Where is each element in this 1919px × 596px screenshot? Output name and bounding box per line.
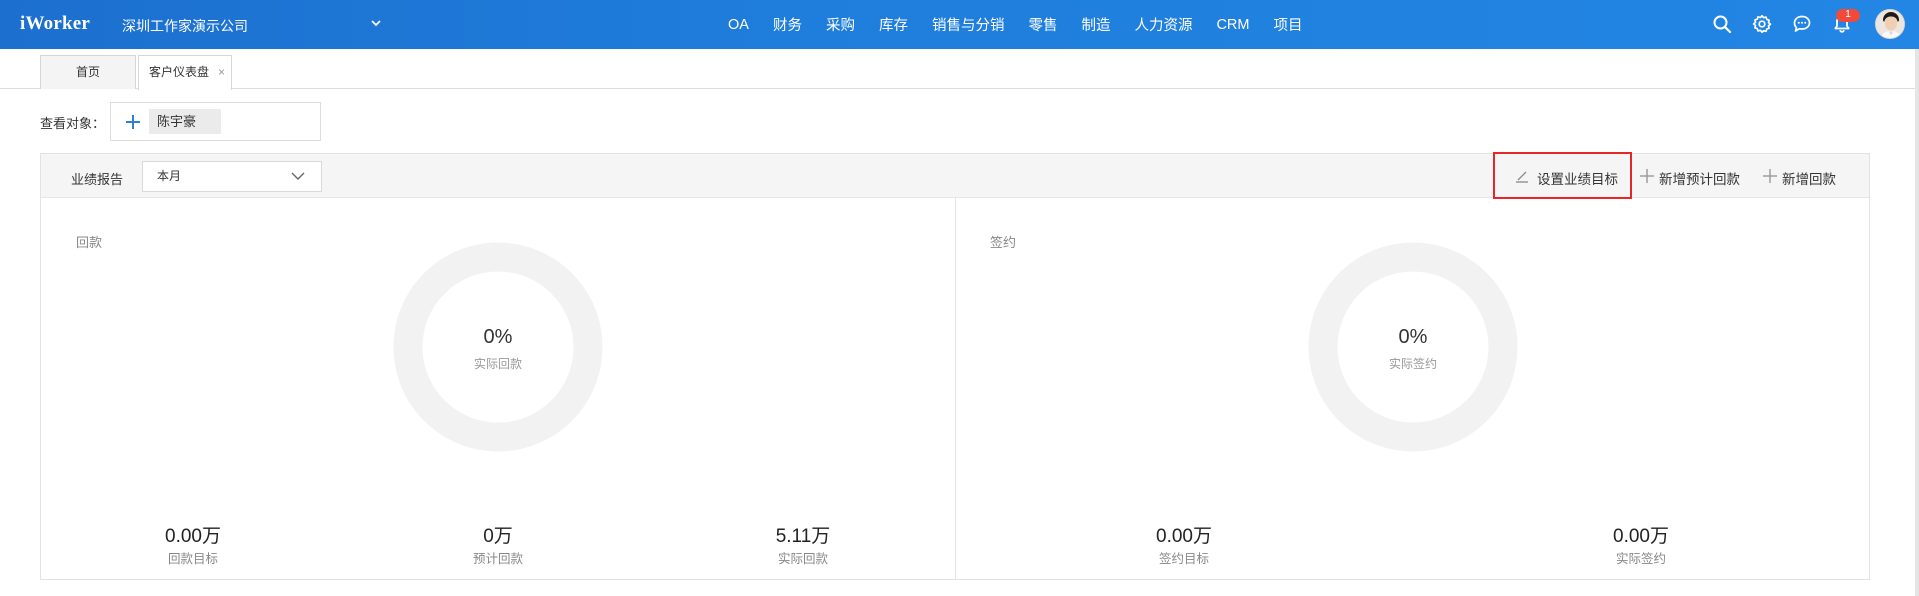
add-expected-payment-button[interactable]: 新增预计回款 (1659, 168, 1740, 188)
actual-payment-value: 5.11万 (775, 526, 831, 547)
period-select[interactable]: 本月 (142, 161, 322, 192)
plus-icon (1763, 169, 1777, 183)
nav-item-sales[interactable]: 销售与分销 (932, 14, 1005, 35)
tab-bar (0, 49, 1919, 89)
nav-item-hr[interactable]: 人力资源 (1134, 14, 1192, 35)
contract-section-title: 签约 (990, 235, 1017, 250)
nav-item-crm[interactable]: CRM (1216, 17, 1249, 33)
report-label: 业绩报告 (71, 172, 124, 187)
contract-target-value: 0.00万 (1156, 526, 1212, 547)
panel-divider (955, 198, 956, 579)
selected-person-chip[interactable]: 陈宇豪 (149, 109, 221, 134)
add-icon[interactable] (124, 113, 142, 131)
tab-customer-dashboard[interactable]: 客户仪表盘 × (138, 55, 232, 90)
gear-icon[interactable] (1752, 14, 1772, 34)
tab-customer-dashboard-label: 客户仪表盘 (149, 65, 210, 79)
payment-section-title: 回款 (76, 235, 103, 250)
nav-item-inventory[interactable]: 库存 (879, 14, 908, 35)
search-icon[interactable] (1712, 14, 1732, 34)
expected-payment-label: 预计回款 (472, 552, 523, 566)
contract-target-label: 签约目标 (1158, 552, 1209, 566)
nav-item-project[interactable]: 项目 (1273, 14, 1302, 35)
payment-center-label: 实际回款 (473, 357, 522, 371)
expected-payment-value: 0万 (483, 526, 513, 547)
notification-badge: 1 (1836, 9, 1860, 22)
tab-home[interactable]: 首页 (40, 55, 136, 89)
chat-icon[interactable] (1792, 14, 1812, 34)
viewer-label: 查看对象： (40, 116, 106, 131)
payment-percent: 0% (483, 326, 513, 348)
add-payment-button[interactable]: 新增回款 (1782, 168, 1836, 188)
avatar-image (1876, 10, 1904, 38)
top-navigation-bar: iWorker 深圳工作家演示公司 OA 财务 采购 库存 销售与分销 零售 制… (0, 0, 1919, 49)
payment-target-value: 0.00万 (165, 526, 221, 547)
set-target-button[interactable]: 设置业绩目标 (1537, 168, 1618, 188)
scrollbar-track[interactable] (1915, 49, 1919, 596)
user-avatar[interactable] (1875, 9, 1905, 39)
close-icon[interactable]: × (218, 56, 225, 89)
chevron-down-icon[interactable] (368, 15, 384, 31)
period-select-value: 本月 (157, 169, 182, 183)
actual-payment-label: 实际回款 (777, 552, 828, 566)
contract-percent: 0% (1398, 326, 1428, 348)
chevron-down-icon (291, 172, 305, 180)
nav-item-purchase[interactable]: 采购 (826, 14, 855, 35)
plus-icon (1640, 169, 1654, 183)
app-logo[interactable]: iWorker (20, 13, 90, 35)
edit-icon (1516, 171, 1528, 183)
nav-item-retail[interactable]: 零售 (1028, 14, 1057, 35)
contract-center-label: 实际签约 (1388, 357, 1437, 371)
actual-contract-label: 实际签约 (1615, 552, 1666, 566)
nav-item-manufacturing[interactable]: 制造 (1081, 14, 1110, 35)
nav-item-finance[interactable]: 财务 (773, 14, 802, 35)
nav-item-oa[interactable]: OA (728, 17, 749, 33)
main-nav: OA 财务 采购 库存 销售与分销 零售 制造 人力资源 CRM 项目 (728, 0, 1326, 49)
actual-contract-value: 0.00万 (1613, 526, 1669, 547)
company-selector[interactable]: 深圳工作家演示公司 (122, 16, 248, 36)
payment-target-label: 回款目标 (167, 552, 218, 566)
